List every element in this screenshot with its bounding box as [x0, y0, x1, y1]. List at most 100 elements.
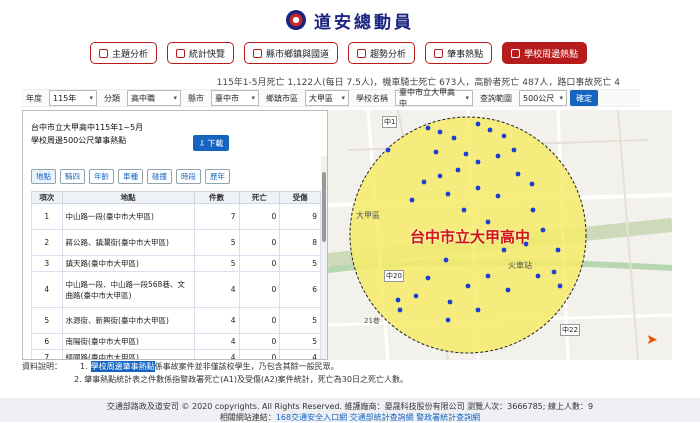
table-row[interactable]: 1 中山路一段(臺中市大甲區) 7 0 9 — [31, 203, 321, 230]
hotspot-point — [425, 125, 431, 131]
cell-no: 7 — [31, 349, 63, 359]
cell-no: 4 — [31, 271, 63, 308]
hotspot-point — [530, 207, 536, 213]
hotspot-point — [529, 181, 535, 187]
panel-title-line1: 台中市立大甲高中115年1~5月 — [31, 123, 144, 132]
scroll-thumb[interactable] — [322, 172, 326, 242]
data-notes: 資料說明： 1. 學校周邊肇事熱點 係事故案件並非僅該校學生，乃包含其餘一般民眾。 2… — [22, 360, 662, 390]
table-row[interactable]: 7 經國路(臺中市大甲區) 4 0 4 — [31, 349, 321, 359]
analysis-icon — [99, 48, 108, 58]
table-row[interactable]: 2 蔣公路、鎮瀾街(臺中市大甲區) 5 0 8 — [31, 229, 321, 256]
note-number: 1. — [80, 362, 88, 371]
hotspot-point — [501, 133, 507, 139]
cell-no: 6 — [31, 333, 63, 350]
hotspot-point — [447, 299, 453, 305]
police-emblem-icon — [286, 10, 306, 30]
main-nav: 主題分析 統計快覽 縣市鄉鎮與國道 趨勢分析 肇事熱點 學校周邊熱點 — [90, 42, 650, 64]
navigation-arrow-icon[interactable]: ➤ — [646, 332, 658, 348]
table-row[interactable]: 5 水源街、新興街(臺中市大甲區) 4 0 5 — [31, 307, 321, 334]
header: 道安總動員 — [0, 0, 700, 40]
nav-hotspot-button[interactable]: 肇事熱點 — [425, 42, 493, 64]
panel-tabs: 地點 騎四 年齡 車種 碰撞 時段 歷年 — [31, 169, 230, 184]
tab-rider[interactable]: 騎四 — [60, 169, 85, 184]
table-row[interactable]: 4 中山路一段、中山路一段568巷、文曲路(臺中市大甲區) 4 0 6 — [31, 271, 321, 308]
range-select[interactable]: 500公尺 — [519, 90, 567, 106]
cell-death: 0 — [238, 333, 281, 350]
cell-count: 7 — [193, 203, 240, 230]
download-icon: ⇩ — [198, 138, 206, 148]
tab-time[interactable]: 時段 — [176, 169, 201, 184]
stats-icon — [176, 48, 186, 58]
footer-links-label: 相關網站連結： — [219, 413, 276, 422]
nav-analysis-button[interactable]: 主題分析 — [90, 42, 158, 64]
hotspot-point — [535, 273, 541, 279]
cell-place: 經國路(臺中市大甲區) — [61, 349, 195, 359]
cell-count: 5 — [193, 255, 240, 272]
footer: 交通部路政及道安司 © 2020 copyrights. All Rights … — [0, 398, 700, 422]
panel-scrollbar[interactable] — [321, 156, 327, 359]
confirm-button[interactable]: 確定 — [570, 90, 598, 106]
nav-stats-button[interactable]: 統計快覽 — [167, 42, 235, 64]
hotspot-point — [463, 151, 469, 157]
tab-collision[interactable]: 碰撞 — [147, 169, 172, 184]
map-view[interactable]: 台中市立大甲高中 中1 中20 中22 21巷 火車站 大甲區 ➤ — [328, 110, 672, 360]
cell-place: 中山路一段(臺中市大甲區) — [61, 203, 195, 230]
notes-label: 資料說明： — [22, 362, 62, 371]
table-row[interactable]: 3 鎮天路(臺中市大甲區) 5 0 5 — [31, 255, 321, 272]
county-label: 縣市 — [188, 93, 204, 103]
year-select[interactable]: 115年 — [49, 90, 97, 106]
hotspot-point — [433, 149, 439, 155]
table-row[interactable]: 6 南陽街(臺中市大甲區) 4 0 5 — [31, 333, 321, 350]
cell-place: 南陽街(臺中市大甲區) — [61, 333, 195, 350]
road-label: 中1 — [382, 116, 398, 128]
tab-vehicle[interactable]: 車種 — [118, 169, 143, 184]
cell-count: 4 — [193, 271, 240, 308]
hotspot-point — [551, 269, 557, 275]
tab-age[interactable]: 年齡 — [89, 169, 114, 184]
county-select[interactable]: 臺中市 — [211, 90, 259, 106]
tab-history[interactable]: 歷年 — [205, 169, 230, 184]
filter-bar: 年度 115年 分類 高中職 縣市 臺中市 鄉鎮市區 大甲區 學校名稱 臺中市立… — [22, 88, 640, 108]
tab-location[interactable]: 地點 — [31, 169, 56, 184]
cell-injury: 6 — [279, 271, 321, 308]
district-label: 鄉鎮市區 — [266, 93, 298, 103]
footer-links[interactable]: 168交通安全入口網 交通部統計查詢網 警政署統計查詢網 — [276, 413, 480, 422]
cell-place: 鎮天路(臺中市大甲區) — [61, 255, 195, 272]
note-line2: 2. 肇事熱點統計表之件數係指警政署死亡(A1)及受傷(A2)案件統計，死亡為3… — [74, 375, 408, 384]
cell-injury: 8 — [279, 229, 321, 256]
column-header: 項次 — [31, 191, 63, 204]
school-select[interactable]: 臺中市立大甲高中 — [395, 88, 473, 108]
hotspot-point — [397, 307, 403, 313]
hotspot-point — [385, 147, 391, 153]
map-school-label: 台中市立大甲高中 — [410, 228, 531, 246]
download-button[interactable]: ⇩ 下載 — [193, 135, 229, 151]
nav-trend-button[interactable]: 趨勢分析 — [348, 42, 416, 64]
hotspot-point — [487, 127, 493, 133]
category-select[interactable]: 高中職 — [127, 90, 181, 106]
cell-injury: 5 — [279, 333, 321, 350]
hotspot-point — [495, 193, 501, 199]
hotspot-point — [437, 173, 443, 179]
nav-school-button[interactable]: 學校周邊熱點 — [502, 42, 588, 64]
map-place-label: 火車站 — [508, 261, 532, 270]
footer-copyright: 交通部路政及道安司 © 2020 copyrights. All Rights … — [106, 402, 594, 411]
download-label: 下載 — [207, 138, 224, 148]
nav-label: 肇事熱點 — [447, 49, 484, 60]
road-label: 中20 — [384, 270, 404, 282]
hotspot-point — [461, 207, 467, 213]
cell-no: 3 — [31, 255, 63, 272]
table-header-row: 項次 地點 件數 死亡 受傷 — [31, 191, 321, 204]
map-icon — [253, 48, 263, 58]
nav-county-button[interactable]: 縣市鄉鎮與國道 — [244, 42, 339, 64]
district-select[interactable]: 大甲區 — [305, 90, 349, 106]
hotspot-point — [445, 191, 451, 197]
cell-injury: 5 — [279, 307, 321, 334]
cell-death: 0 — [238, 229, 281, 256]
hotspot-point — [555, 247, 561, 253]
note-line1: 係事故案件並非僅該校學生，乃包含其餘一般民眾。 — [154, 362, 339, 371]
district-value: 大甲區 — [309, 93, 333, 103]
hotspot-point — [445, 317, 451, 323]
hotspot-point — [437, 129, 443, 135]
cell-count: 4 — [193, 307, 240, 334]
nav-label: 學校周邊熱點 — [524, 49, 579, 60]
